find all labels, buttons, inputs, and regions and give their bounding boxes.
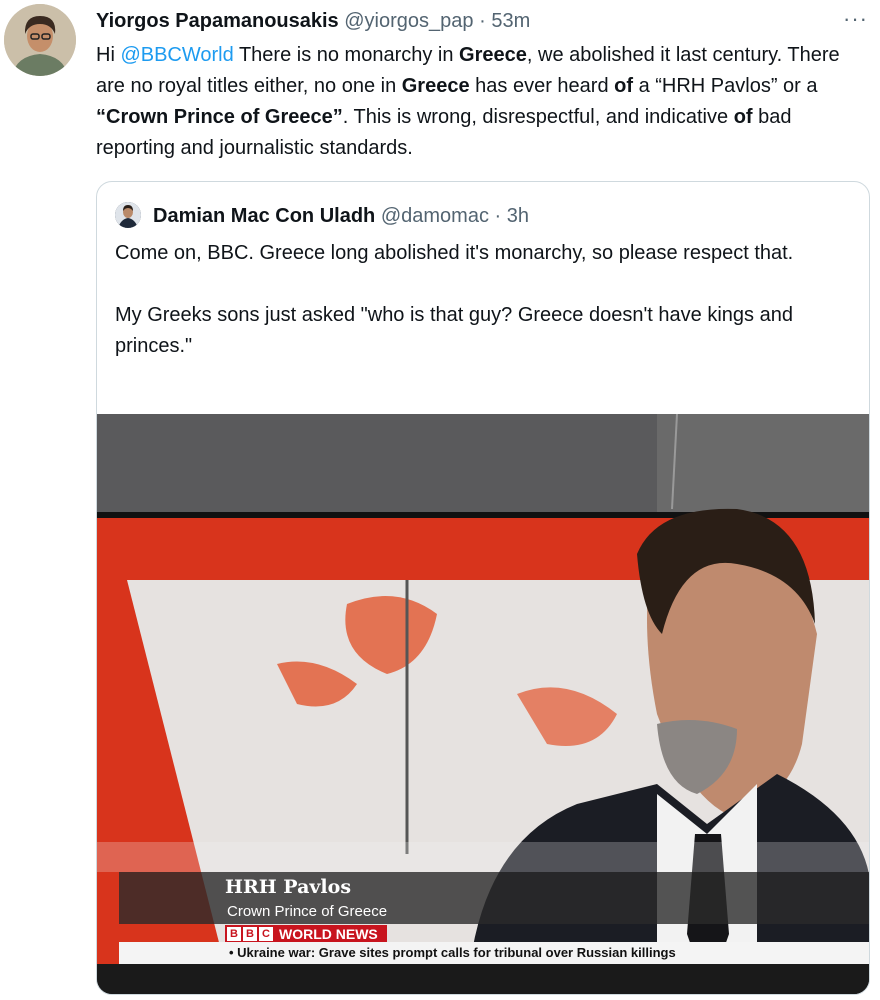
- bbc-world-news-logo: B B C WORLD NEWS: [227, 925, 378, 942]
- lower-third-title: Crown Prince of Greece: [227, 903, 388, 920]
- bold-text: Greece: [459, 44, 527, 66]
- author-avatar[interactable]: [4, 4, 76, 76]
- tv-scene: [97, 414, 869, 994]
- text-part: There is no monarchy in: [233, 44, 460, 66]
- bbc-letter: B: [227, 926, 241, 941]
- author-name[interactable]: Yiorgos Papamanousakis: [96, 10, 339, 32]
- bold-text: of: [614, 75, 634, 97]
- quoted-separator: ·: [494, 205, 502, 227]
- bbc-letter: B: [243, 926, 257, 941]
- quoted-time[interactable]: 3h: [507, 205, 529, 227]
- quoted-paragraph: My Greeks sons just asked "who is that g…: [115, 304, 793, 357]
- quoted-tweet[interactable]: Damian Mac Con Uladh @damomac · 3h Come …: [96, 181, 870, 995]
- more-options-icon[interactable]: ···: [843, 6, 868, 32]
- bbc-letter: C: [259, 926, 273, 941]
- text-part: a “HRH Pavlos” or a: [633, 75, 818, 97]
- channel-name: WORLD NEWS: [279, 925, 378, 942]
- bold-text: of: [733, 106, 753, 128]
- bold-text: “Crown Prince of Greece”: [96, 106, 343, 128]
- quoted-author-handle[interactable]: @damomac: [381, 205, 489, 227]
- text-part: has ever heard: [469, 75, 615, 97]
- quoted-header: Damian Mac Con Uladh @damomac · 3h: [153, 203, 529, 229]
- tweet-header: Yiorgos Papamanousakis @yiorgos_pap · 53…: [96, 8, 530, 34]
- quoted-paragraph: Come on, BBC. Greece long abolished it's…: [115, 242, 794, 264]
- author-handle[interactable]: @yiorgos_pap: [344, 10, 473, 32]
- lower-third-name: HRH Pavlos: [225, 876, 352, 898]
- tv-photo[interactable]: HRH Pavlos Crown Prince of Greece B B C …: [97, 414, 869, 994]
- news-ticker: • Ukraine war: Grave sites prompt calls …: [229, 945, 676, 960]
- bold-text: Greece: [401, 75, 470, 97]
- tweet-text: Hi @BBCWorld There is no monarchy in Gre…: [96, 40, 866, 164]
- quoted-author-name[interactable]: Damian Mac Con Uladh: [153, 205, 375, 227]
- text-part: Hi: [96, 44, 121, 66]
- header-separator: ·: [479, 10, 486, 32]
- quoted-author-avatar[interactable]: [115, 202, 141, 228]
- quoted-text: Come on, BBC. Greece long abolished it's…: [115, 238, 855, 362]
- mention-link[interactable]: @BBCWorld: [120, 44, 233, 66]
- text-part: . This is wrong, disrespectful, and indi…: [342, 106, 734, 128]
- tweet-time[interactable]: 53m: [491, 10, 530, 32]
